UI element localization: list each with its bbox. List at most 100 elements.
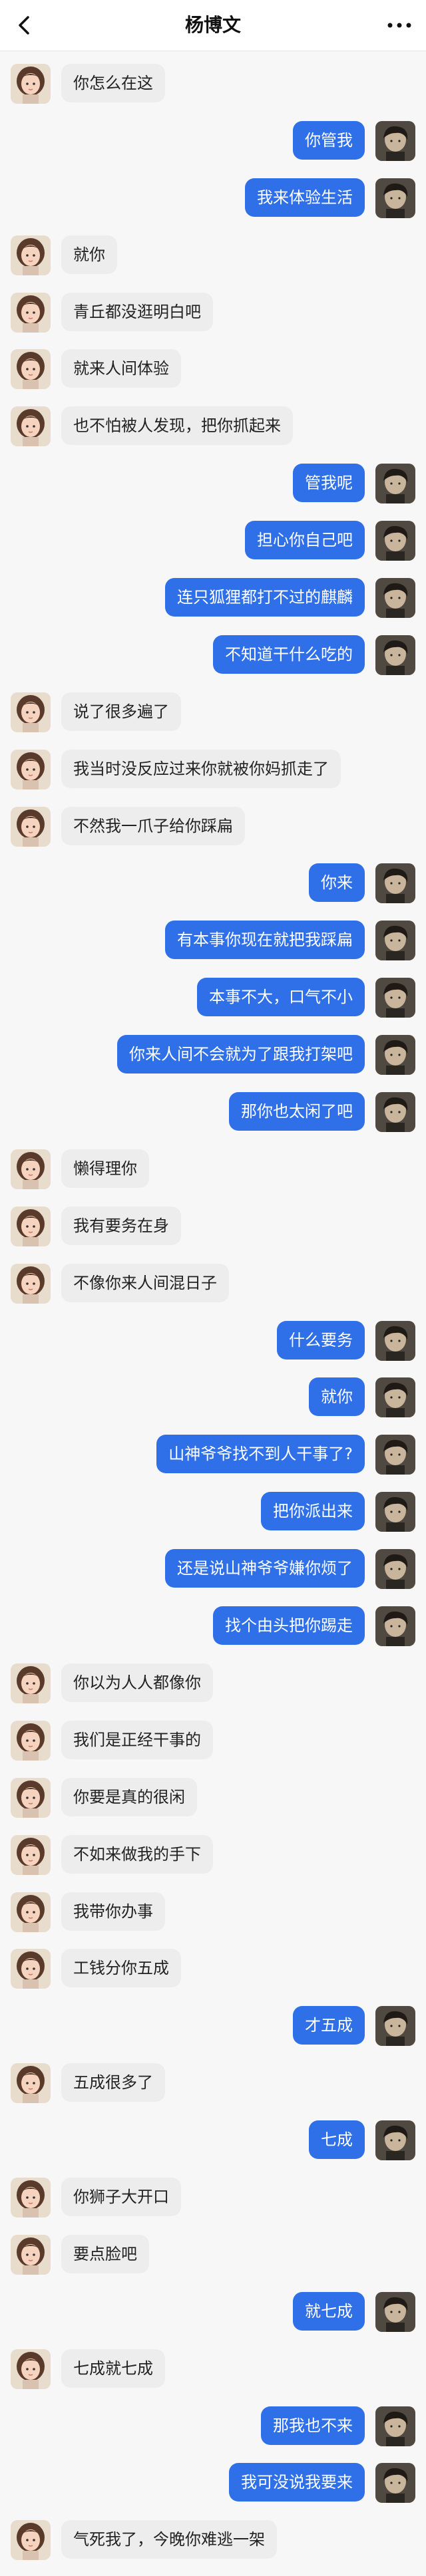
- message-bubble[interactable]: 七成: [309, 2120, 365, 2160]
- contact-avatar[interactable]: [11, 406, 51, 447]
- contact-avatar[interactable]: [11, 235, 51, 275]
- my-avatar[interactable]: [375, 120, 415, 161]
- message-bubble[interactable]: 有本事你现在就把我踩扁: [165, 921, 365, 960]
- contact-avatar[interactable]: [11, 1263, 51, 1304]
- my-avatar[interactable]: [375, 178, 415, 218]
- contact-avatar[interactable]: [11, 2063, 51, 2104]
- message-bubble[interactable]: 气死我了，今晚你难逃一架: [61, 2520, 277, 2559]
- message-list: 你怎么在这 你管我 我来体验生活 就你 青丘都没逛明白吧 就来人间体验 也不怕被人发现，把你…: [0, 63, 426, 2576]
- contact-avatar[interactable]: [11, 692, 51, 732]
- contact-avatar[interactable]: [11, 1206, 51, 1246]
- sent-message: 本事不大，口气不小: [0, 976, 426, 1019]
- my-avatar[interactable]: [375, 863, 415, 904]
- contact-avatar[interactable]: [11, 349, 51, 390]
- sent-message: 七成: [0, 2119, 426, 2162]
- message-bubble[interactable]: 要点脸吧: [61, 2234, 149, 2273]
- my-avatar[interactable]: [375, 521, 415, 561]
- message-bubble[interactable]: 山神爷爷找不到人干事了?: [156, 1435, 365, 1474]
- message-bubble[interactable]: 你管我: [293, 120, 365, 160]
- message-bubble[interactable]: 就你: [61, 235, 117, 274]
- message-bubble[interactable]: 青丘都没逛明白吧: [61, 292, 213, 331]
- message-bubble[interactable]: 我带你办事: [61, 1892, 165, 1931]
- sent-message: 连只狐狸都打不过的麒麟: [0, 577, 426, 619]
- my-avatar[interactable]: [375, 1377, 415, 1418]
- contact-avatar[interactable]: [11, 1834, 51, 1875]
- message-bubble[interactable]: 你来: [309, 863, 365, 903]
- message-bubble[interactable]: 连只狐狸都打不过的麒麟: [165, 578, 365, 617]
- message-bubble[interactable]: 什么要务: [277, 1320, 365, 1360]
- my-avatar[interactable]: [375, 635, 415, 675]
- message-bubble[interactable]: 我可没说我要来: [229, 2463, 365, 2502]
- message-bubble[interactable]: 七成就七成: [61, 2349, 165, 2388]
- contact-avatar[interactable]: [11, 749, 51, 789]
- message-bubble[interactable]: 管我呢: [293, 464, 365, 503]
- message-bubble[interactable]: 不然我一爪子给你踩扁: [61, 806, 245, 845]
- sent-message: 你管我: [0, 120, 426, 162]
- my-avatar[interactable]: [375, 921, 415, 961]
- my-avatar[interactable]: [375, 1035, 415, 1075]
- contact-avatar[interactable]: [11, 1149, 51, 1189]
- message-bubble[interactable]: 我们是正经干事的: [61, 1720, 213, 1759]
- my-avatar[interactable]: [375, 2291, 415, 2332]
- my-avatar[interactable]: [375, 1092, 415, 1133]
- my-avatar[interactable]: [375, 1320, 415, 1361]
- message-bubble[interactable]: 不如来做我的手下: [61, 1834, 213, 1874]
- message-bubble[interactable]: 你狮子大开口: [61, 2177, 181, 2216]
- my-avatar[interactable]: [375, 2006, 415, 2047]
- message-bubble[interactable]: 说了很多遍了: [61, 692, 181, 731]
- received-message: 也不怕被人发现，把你抓起来: [0, 405, 426, 448]
- my-avatar[interactable]: [375, 2463, 415, 2504]
- message-bubble[interactable]: 也不怕被人发现，把你抓起来: [61, 406, 293, 446]
- message-bubble[interactable]: 那我也不来: [261, 2406, 365, 2445]
- message-bubble[interactable]: 就你: [309, 1377, 365, 1417]
- message-bubble[interactable]: 就来人间体验: [61, 349, 181, 388]
- message-bubble[interactable]: 你来人间不会就为了跟我打架吧: [117, 1035, 365, 1074]
- contact-avatar[interactable]: [11, 292, 51, 333]
- message-bubble[interactable]: 那你也太闲了吧: [229, 1092, 365, 1131]
- contact-avatar[interactable]: [11, 1949, 51, 1989]
- message-bubble[interactable]: 还是说山神爷爷嫌你烦了: [165, 1549, 365, 1588]
- sent-message: 就你: [0, 1376, 426, 1419]
- sent-message: 才五成: [0, 2005, 426, 2047]
- contact-avatar[interactable]: [11, 2349, 51, 2389]
- message-bubble[interactable]: 你要是真的很闲: [61, 1777, 197, 1816]
- received-message: 懒得理你: [0, 1148, 426, 1191]
- message-bubble[interactable]: 不像你来人间混日子: [61, 1263, 229, 1302]
- my-avatar[interactable]: [375, 978, 415, 1018]
- message-bubble[interactable]: 就七成: [293, 2291, 365, 2331]
- my-avatar[interactable]: [375, 1435, 415, 1475]
- message-bubble[interactable]: 担心你自己吧: [245, 521, 365, 560]
- contact-avatar[interactable]: [11, 2177, 51, 2218]
- my-avatar[interactable]: [375, 464, 415, 504]
- message-bubble[interactable]: 我当时没反应过来你就被你妈抓走了: [61, 749, 341, 788]
- contact-avatar[interactable]: [11, 1892, 51, 1932]
- contact-avatar[interactable]: [11, 1777, 51, 1818]
- message-bubble[interactable]: 工钱分你五成: [61, 1949, 181, 1988]
- contact-avatar[interactable]: [11, 806, 51, 847]
- message-bubble[interactable]: 你怎么在这: [61, 64, 165, 102]
- message-bubble[interactable]: 我来体验生活: [245, 178, 365, 217]
- my-avatar[interactable]: [375, 1606, 415, 1647]
- my-avatar[interactable]: [375, 2120, 415, 2161]
- contact-avatar[interactable]: [11, 1663, 51, 1703]
- more-button[interactable]: [385, 12, 414, 39]
- message-bubble[interactable]: 不知道干什么吃的: [213, 635, 365, 674]
- contact-avatar[interactable]: [11, 64, 51, 104]
- message-bubble[interactable]: 我有要务在身: [61, 1206, 181, 1245]
- received-message: 你狮子大开口: [0, 2176, 426, 2219]
- contact-avatar[interactable]: [11, 2234, 51, 2275]
- my-avatar[interactable]: [375, 1492, 415, 1532]
- message-bubble[interactable]: 五成很多了: [61, 2063, 165, 2102]
- message-bubble[interactable]: 找个由头把你踢走: [213, 1606, 365, 1646]
- message-bubble[interactable]: 本事不大，口气不小: [197, 978, 365, 1017]
- contact-avatar[interactable]: [11, 1720, 51, 1761]
- message-bubble[interactable]: 才五成: [293, 2006, 365, 2045]
- message-bubble[interactable]: 把你派出来: [261, 1492, 365, 1531]
- my-avatar[interactable]: [375, 1549, 415, 1590]
- my-avatar[interactable]: [375, 578, 415, 619]
- my-avatar[interactable]: [375, 2406, 415, 2446]
- message-bubble[interactable]: 你以为人人都像你: [61, 1663, 213, 1702]
- contact-avatar[interactable]: [11, 2520, 51, 2561]
- message-bubble[interactable]: 懒得理你: [61, 1149, 149, 1188]
- sent-message: 有本事你现在就把我踩扁: [0, 919, 426, 962]
